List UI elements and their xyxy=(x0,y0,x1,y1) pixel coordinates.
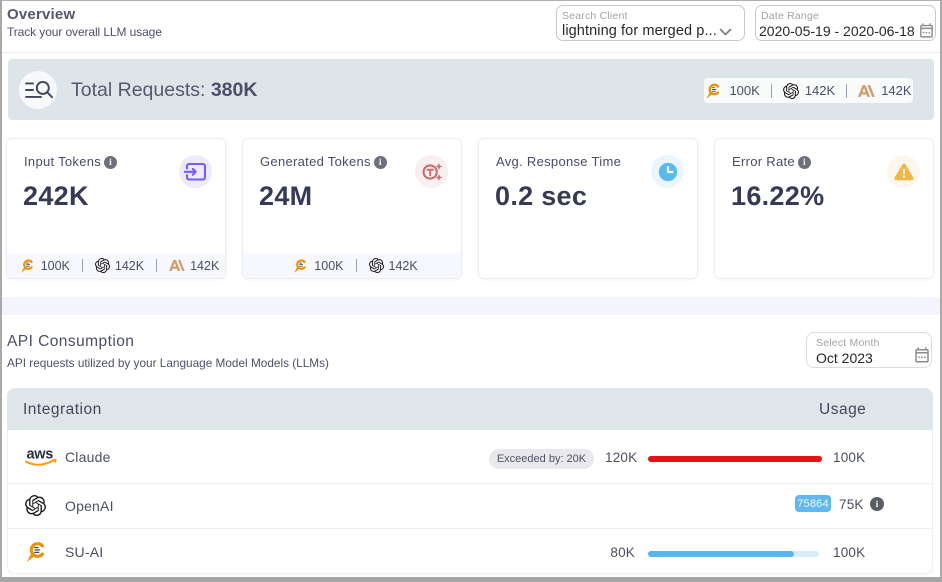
svg-text:aws: aws xyxy=(27,447,54,463)
